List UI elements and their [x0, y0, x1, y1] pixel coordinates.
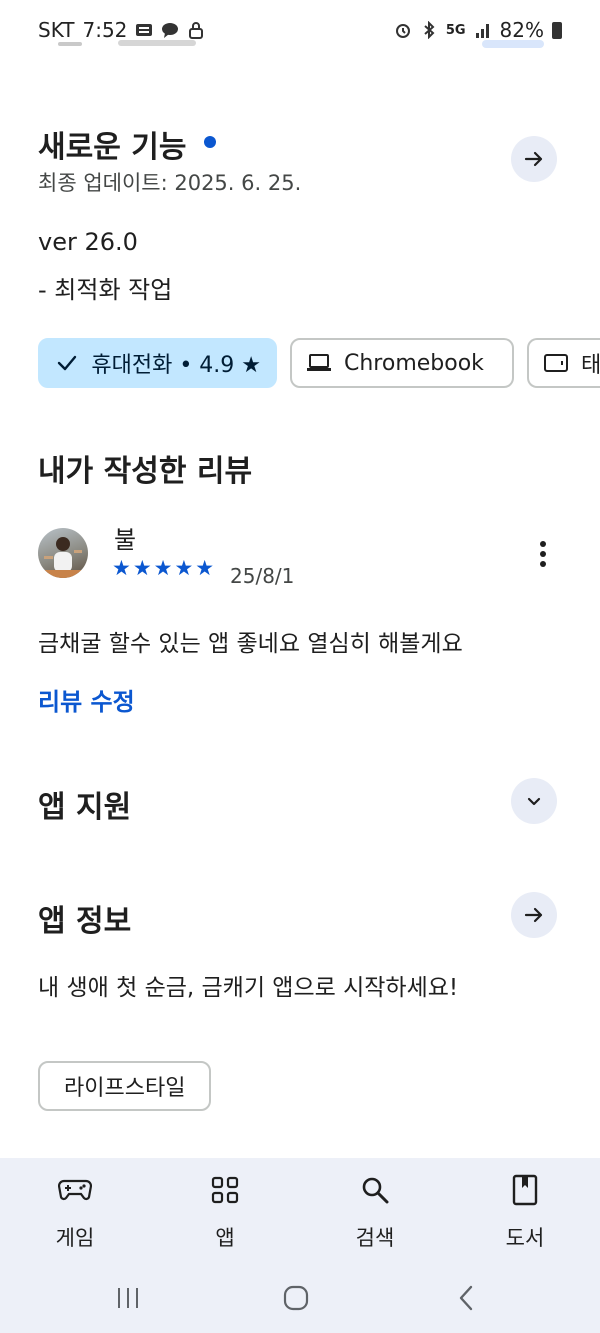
review-text: 금채굴 할수 있는 앱 좋네요 열심히 해볼게요 — [38, 631, 463, 657]
recent-apps-button[interactable] — [108, 1283, 148, 1313]
back-chevron-icon — [459, 1285, 473, 1311]
apps-grid-icon — [207, 1172, 243, 1208]
nav-label-games: 게임 — [55, 1226, 95, 1250]
arrow-right-icon — [524, 151, 543, 167]
app-info-arrow-button[interactable] — [511, 892, 557, 938]
release-notes: - 최적화 작업 — [38, 276, 173, 304]
rating-stars: ★★★★★ — [112, 556, 217, 580]
last-updated-date: 최종 업데이트: 2025. 6. 25. — [38, 171, 302, 195]
chip-tablet-label: 태 — [581, 353, 600, 378]
recents-icon — [118, 1288, 138, 1308]
bottom-navigation: 게임 앱 검색 도서 — [0, 1158, 600, 1263]
reviewer-name: 불 — [114, 526, 137, 554]
home-button[interactable] — [276, 1283, 316, 1313]
app-info-title: 앱 정보 — [38, 904, 132, 939]
app-support-expand-button[interactable] — [511, 778, 557, 824]
check-icon — [54, 350, 79, 376]
whats-new-title: 새로운 기능 — [38, 130, 187, 165]
system-navigation-bar — [0, 1263, 600, 1333]
review-more-options-button[interactable] — [526, 536, 560, 572]
home-icon — [283, 1285, 309, 1311]
edit-review-link[interactable]: 리뷰 수정 — [38, 682, 135, 717]
chip-phone[interactable]: 휴대전화 • 4.9 ★ — [38, 338, 277, 388]
my-review-title: 내가 작성한 리뷰 — [38, 454, 253, 489]
laptop-icon — [306, 350, 332, 376]
chip-chromebook[interactable]: Chromebook — [290, 338, 514, 388]
chip-tablet[interactable]: 태 — [527, 338, 600, 388]
arrow-right-icon — [524, 907, 543, 923]
tablet-icon — [543, 350, 569, 376]
nav-item-search[interactable]: 검색 — [300, 1158, 450, 1263]
chip-phone-label: 휴대전화 • 4.9 ★ — [91, 353, 261, 378]
gamepad-icon — [57, 1172, 93, 1208]
review-date: 25/8/1 — [230, 564, 295, 588]
app-support-title: 앱 지원 — [38, 790, 132, 825]
app-description: 내 생애 첫 순금, 금캐기 앱으로 시작하세요! — [38, 975, 459, 1001]
version-text: ver 26.0 — [38, 228, 138, 256]
nav-item-books[interactable]: 도서 — [450, 1158, 600, 1263]
nav-item-apps[interactable]: 앱 — [150, 1158, 300, 1263]
nav-label-search: 검색 — [355, 1226, 395, 1250]
back-button[interactable] — [446, 1283, 486, 1313]
book-icon — [507, 1172, 543, 1208]
chip-chromebook-label: Chromebook — [344, 350, 484, 376]
chevron-down-icon — [527, 797, 541, 806]
nav-label-books: 도서 — [505, 1226, 545, 1250]
avatar — [38, 528, 88, 578]
new-indicator-dot — [204, 136, 216, 148]
more-vert-icon — [540, 541, 546, 547]
nav-label-apps: 앱 — [215, 1226, 235, 1250]
category-tag-button[interactable]: 라이프스타일 — [38, 1061, 212, 1111]
whats-new-arrow-button[interactable] — [511, 136, 557, 182]
nav-item-games[interactable]: 게임 — [0, 1158, 150, 1263]
scrolled-header-sliver — [0, 36, 600, 62]
search-icon — [357, 1172, 393, 1208]
